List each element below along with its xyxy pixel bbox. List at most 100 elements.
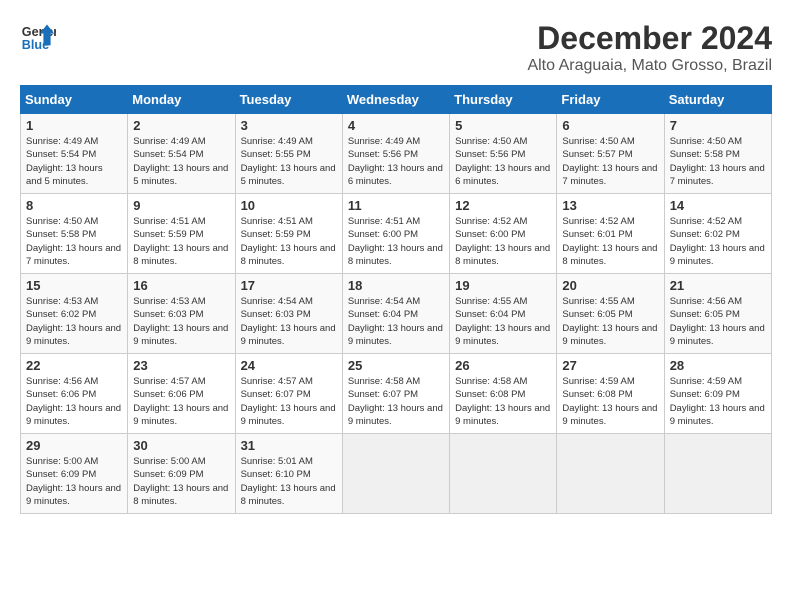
- header-cell-sunday: Sunday: [21, 86, 128, 114]
- day-number: 11: [348, 198, 444, 213]
- logo-icon: General Blue: [20, 20, 56, 56]
- day-cell: 27 Sunrise: 4:59 AMSunset: 6:08 PMDayligh…: [557, 354, 664, 434]
- day-info: Sunrise: 4:51 AMSunset: 5:59 PMDaylight:…: [241, 215, 337, 268]
- day-cell: 13 Sunrise: 4:52 AMSunset: 6:01 PMDayligh…: [557, 194, 664, 274]
- day-number: 30: [133, 438, 229, 453]
- logo: General Blue: [20, 20, 56, 56]
- day-info: Sunrise: 5:00 AMSunset: 6:09 PMDaylight:…: [26, 455, 122, 508]
- day-cell: 9 Sunrise: 4:51 AMSunset: 5:59 PMDaylight…: [128, 194, 235, 274]
- day-cell: 4Sunrise: 4:49 AMSunset: 5:56 PMDaylight…: [342, 114, 449, 194]
- day-info: Sunrise: 4:50 AMSunset: 5:57 PMDaylight:…: [562, 135, 658, 188]
- title-area: December 2024 Alto Araguaia, Mato Grosso…: [527, 20, 772, 75]
- day-info: Sunrise: 4:56 AMSunset: 6:06 PMDaylight:…: [26, 375, 122, 428]
- day-cell: 10 Sunrise: 4:51 AMSunset: 5:59 PMDayligh…: [235, 194, 342, 274]
- day-info: Sunrise: 4:50 AMSunset: 5:58 PMDaylight:…: [26, 215, 122, 268]
- day-number: 24: [241, 358, 337, 373]
- day-number: 9: [133, 198, 229, 213]
- day-info: Sunrise: 5:00 AMSunset: 6:09 PMDaylight:…: [133, 455, 229, 508]
- week-row: 1 Sunrise: 4:49 AMSunset: 5:54 PMDaylight…: [21, 114, 772, 194]
- day-info: Sunrise: 4:56 AMSunset: 6:05 PMDaylight:…: [670, 295, 766, 348]
- day-cell: 28 Sunrise: 4:59 AMSunset: 6:09 PMDayligh…: [664, 354, 771, 434]
- day-cell: 1 Sunrise: 4:49 AMSunset: 5:54 PMDaylight…: [21, 114, 128, 194]
- day-cell: [557, 434, 664, 514]
- day-number: 15: [26, 278, 122, 293]
- day-number: 27: [562, 358, 658, 373]
- day-cell: 22Sunrise: 4:56 AMSunset: 6:06 PMDayligh…: [21, 354, 128, 434]
- day-number: 2: [133, 118, 229, 133]
- day-number: 10: [241, 198, 337, 213]
- day-number: 8: [26, 198, 122, 213]
- day-number: 13: [562, 198, 658, 213]
- day-cell: 29 Sunrise: 5:00 AMSunset: 6:09 PMDayligh…: [21, 434, 128, 514]
- day-number: 25: [348, 358, 444, 373]
- day-cell: 6 Sunrise: 4:50 AMSunset: 5:57 PMDaylight…: [557, 114, 664, 194]
- day-number: 3: [241, 118, 337, 133]
- day-info: Sunrise: 4:52 AMSunset: 6:00 PMDaylight:…: [455, 215, 551, 268]
- day-cell: 31 Sunrise: 5:01 AMSunset: 6:10 PMDayligh…: [235, 434, 342, 514]
- day-cell: 24 Sunrise: 4:57 AMSunset: 6:07 PMDayligh…: [235, 354, 342, 434]
- day-info: Sunrise: 4:58 AMSunset: 6:08 PMDaylight:…: [455, 375, 551, 428]
- day-info: Sunrise: 4:55 AMSunset: 6:04 PMDaylight:…: [455, 295, 551, 348]
- day-cell: 7Sunrise: 4:50 AMSunset: 5:58 PMDaylight…: [664, 114, 771, 194]
- day-cell: 15 Sunrise: 4:53 AMSunset: 6:02 PMDayligh…: [21, 274, 128, 354]
- day-cell: 16Sunrise: 4:53 AMSunset: 6:03 PMDayligh…: [128, 274, 235, 354]
- day-info: Sunrise: 4:53 AMSunset: 6:02 PMDaylight:…: [26, 295, 122, 348]
- calendar-table: SundayMondayTuesdayWednesdayThursdayFrid…: [20, 85, 772, 514]
- day-cell: 2 Sunrise: 4:49 AMSunset: 5:54 PMDaylight…: [128, 114, 235, 194]
- day-number: 12: [455, 198, 551, 213]
- day-number: 7: [670, 118, 766, 133]
- day-number: 14: [670, 198, 766, 213]
- day-info: Sunrise: 4:59 AMSunset: 6:09 PMDaylight:…: [670, 375, 766, 428]
- day-cell: 18Sunrise: 4:54 AMSunset: 6:04 PMDayligh…: [342, 274, 449, 354]
- header-cell-tuesday: Tuesday: [235, 86, 342, 114]
- day-info: Sunrise: 4:52 AMSunset: 6:01 PMDaylight:…: [562, 215, 658, 268]
- day-cell: 12 Sunrise: 4:52 AMSunset: 6:00 PMDayligh…: [450, 194, 557, 274]
- day-cell: 14 Sunrise: 4:52 AMSunset: 6:02 PMDayligh…: [664, 194, 771, 274]
- day-cell: 11 Sunrise: 4:51 AMSunset: 6:00 PMDayligh…: [342, 194, 449, 274]
- day-info: Sunrise: 4:57 AMSunset: 6:06 PMDaylight:…: [133, 375, 229, 428]
- day-number: 4: [348, 118, 444, 133]
- week-row: 29 Sunrise: 5:00 AMSunset: 6:09 PMDayligh…: [21, 434, 772, 514]
- day-info: Sunrise: 4:54 AMSunset: 6:03 PMDaylight:…: [241, 295, 337, 348]
- day-number: 6: [562, 118, 658, 133]
- header-cell-monday: Monday: [128, 86, 235, 114]
- day-info: Sunrise: 4:53 AMSunset: 6:03 PMDaylight:…: [133, 295, 229, 348]
- header: General Blue December 2024 Alto Araguaia…: [20, 20, 772, 75]
- week-row: 22Sunrise: 4:56 AMSunset: 6:06 PMDayligh…: [21, 354, 772, 434]
- day-cell: 19 Sunrise: 4:55 AMSunset: 6:04 PMDayligh…: [450, 274, 557, 354]
- day-cell: [342, 434, 449, 514]
- day-number: 28: [670, 358, 766, 373]
- day-info: Sunrise: 4:49 AMSunset: 5:54 PMDaylight:…: [133, 135, 229, 188]
- day-info: Sunrise: 4:52 AMSunset: 6:02 PMDaylight:…: [670, 215, 766, 268]
- day-number: 26: [455, 358, 551, 373]
- day-cell: [664, 434, 771, 514]
- day-number: 19: [455, 278, 551, 293]
- calendar-title: December 2024: [527, 20, 772, 57]
- calendar-subtitle: Alto Araguaia, Mato Grosso, Brazil: [527, 57, 772, 75]
- week-row: 8 Sunrise: 4:50 AMSunset: 5:58 PMDaylight…: [21, 194, 772, 274]
- day-info: Sunrise: 4:51 AMSunset: 5:59 PMDaylight:…: [133, 215, 229, 268]
- day-info: Sunrise: 4:57 AMSunset: 6:07 PMDaylight:…: [241, 375, 337, 428]
- day-number: 21: [670, 278, 766, 293]
- day-number: 5: [455, 118, 551, 133]
- day-cell: [450, 434, 557, 514]
- day-cell: 26 Sunrise: 4:58 AMSunset: 6:08 PMDayligh…: [450, 354, 557, 434]
- header-cell-thursday: Thursday: [450, 86, 557, 114]
- day-number: 31: [241, 438, 337, 453]
- day-info: Sunrise: 4:51 AMSunset: 6:00 PMDaylight:…: [348, 215, 444, 268]
- week-row: 15 Sunrise: 4:53 AMSunset: 6:02 PMDayligh…: [21, 274, 772, 354]
- day-cell: 25 Sunrise: 4:58 AMSunset: 6:07 PMDayligh…: [342, 354, 449, 434]
- day-info: Sunrise: 4:54 AMSunset: 6:04 PMDaylight:…: [348, 295, 444, 348]
- day-cell: 21 Sunrise: 4:56 AMSunset: 6:05 PMDayligh…: [664, 274, 771, 354]
- day-number: 29: [26, 438, 122, 453]
- day-number: 1: [26, 118, 122, 133]
- day-info: Sunrise: 4:58 AMSunset: 6:07 PMDaylight:…: [348, 375, 444, 428]
- day-number: 20: [562, 278, 658, 293]
- day-info: Sunrise: 4:50 AMSunset: 5:56 PMDaylight:…: [455, 135, 551, 188]
- day-info: Sunrise: 5:01 AMSunset: 6:10 PMDaylight:…: [241, 455, 337, 508]
- day-cell: 3 Sunrise: 4:49 AMSunset: 5:55 PMDaylight…: [235, 114, 342, 194]
- header-cell-wednesday: Wednesday: [342, 86, 449, 114]
- day-info: Sunrise: 4:59 AMSunset: 6:08 PMDaylight:…: [562, 375, 658, 428]
- day-info: Sunrise: 4:49 AMSunset: 5:54 PMDaylight:…: [26, 135, 122, 188]
- day-info: Sunrise: 4:49 AMSunset: 5:55 PMDaylight:…: [241, 135, 337, 188]
